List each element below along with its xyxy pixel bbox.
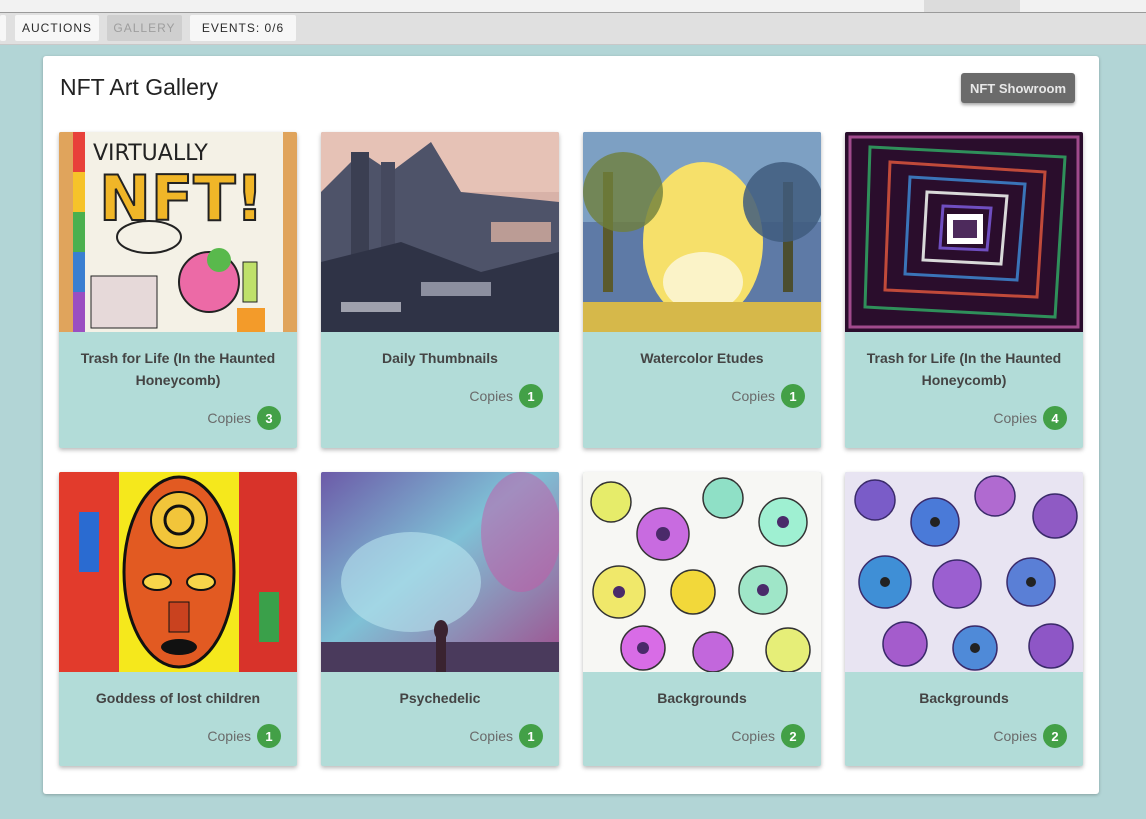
copies-count-badge: 1 <box>519 384 543 408</box>
copies-count-badge: 2 <box>1043 724 1067 748</box>
copies-count-badge: 1 <box>781 384 805 408</box>
copies-label: Copies <box>207 410 251 426</box>
copies-indicator: Copies 3 <box>207 406 281 430</box>
nft-card[interactable]: VIRTUALLY NFT! Trash for Life (In the Ha… <box>59 132 297 448</box>
copies-label: Copies <box>993 728 1037 744</box>
copies-indicator: Copies 4 <box>993 406 1067 430</box>
copies-label: Copies <box>731 388 775 404</box>
nft-title: Psychedelic <box>399 690 481 706</box>
copies-count-badge: 1 <box>257 724 281 748</box>
copies-indicator: Copies 2 <box>731 724 805 748</box>
nft-title: Trash for Life (In the Haunted Honeycomb… <box>866 350 1062 388</box>
nft-thumbnail-image <box>845 132 1083 332</box>
nft-card[interactable]: Backgrounds Copies 2 <box>583 472 821 766</box>
copies-indicator: Copies 1 <box>469 724 543 748</box>
nav-tab-row: AUCTIONS GALLERY EVENTS: 0/6 <box>0 13 1146 45</box>
tab-edge[interactable] <box>0 15 6 41</box>
nft-thumbnail-image <box>845 472 1083 672</box>
nft-showroom-button[interactable]: NFT Showroom <box>961 73 1075 103</box>
nft-thumbnail-image: VIRTUALLY NFT! <box>59 132 297 332</box>
nft-title: Goddess of lost children <box>95 690 261 706</box>
nft-thumbnail-image <box>583 132 821 332</box>
nft-thumbnail-image <box>321 472 559 672</box>
copies-indicator: Copies 1 <box>469 384 543 408</box>
copies-label: Copies <box>469 728 513 744</box>
browser-tab-stub[interactable] <box>924 0 1020 12</box>
copies-label: Copies <box>731 728 775 744</box>
copies-label: Copies <box>207 728 251 744</box>
svg-text:NFT!: NFT! <box>99 162 264 235</box>
nft-title: Watercolor Etudes <box>640 350 764 366</box>
nft-card[interactable]: Psychedelic Copies 1 <box>321 472 559 766</box>
tab-auctions[interactable]: AUCTIONS <box>15 15 99 41</box>
nft-thumbnail-image <box>321 132 559 332</box>
copies-count-badge: 1 <box>519 724 543 748</box>
copies-label: Copies <box>993 410 1037 426</box>
tab-gallery[interactable]: GALLERY <box>107 15 182 41</box>
nft-card[interactable]: Daily Thumbnails Copies 1 <box>321 132 559 448</box>
nft-thumbnail-image <box>583 472 821 672</box>
gallery-panel: NFT Art Gallery NFT Showroom VIRTUALLY N… <box>43 56 1099 794</box>
copies-count-badge: 3 <box>257 406 281 430</box>
copies-count-badge: 2 <box>781 724 805 748</box>
copies-indicator: Copies 1 <box>731 384 805 408</box>
copies-count-badge: 4 <box>1043 406 1067 430</box>
nft-card[interactable]: Backgrounds Copies 2 <box>845 472 1083 766</box>
copies-indicator: Copies 2 <box>993 724 1067 748</box>
browser-top-strip <box>0 0 1146 13</box>
nft-title: Daily Thumbnails <box>382 350 498 366</box>
copies-indicator: Copies 1 <box>207 724 281 748</box>
nft-card[interactable]: Trash for Life (In the Haunted Honeycomb… <box>845 132 1083 448</box>
nft-card[interactable]: Goddess of lost children Copies 1 <box>59 472 297 766</box>
nft-card[interactable]: Watercolor Etudes Copies 1 <box>583 132 821 448</box>
nft-title: Backgrounds <box>657 690 747 706</box>
nft-title: Trash for Life (In the Haunted Honeycomb… <box>80 350 276 388</box>
page-title: NFT Art Gallery <box>60 74 219 100</box>
tab-events[interactable]: EVENTS: 0/6 <box>190 15 296 41</box>
nft-thumbnail-image <box>59 472 297 672</box>
nft-title: Backgrounds <box>919 690 1009 706</box>
copies-label: Copies <box>469 388 513 404</box>
